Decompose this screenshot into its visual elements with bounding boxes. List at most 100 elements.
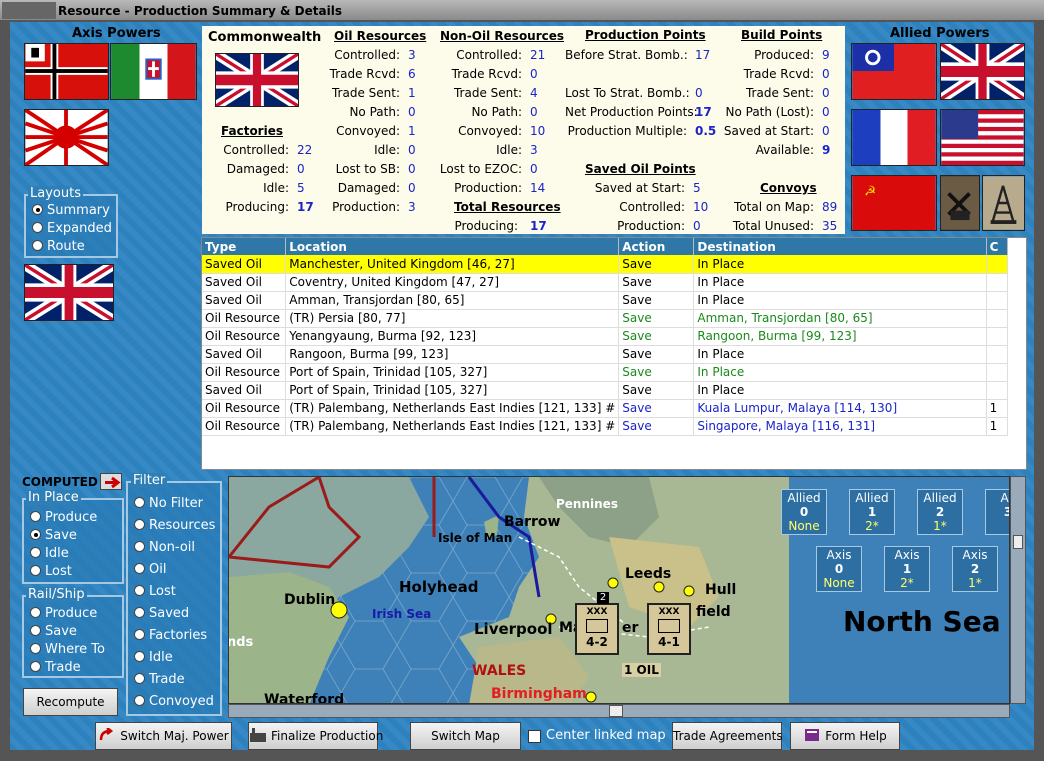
filter-option-lost[interactable]: Lost: [134, 584, 176, 599]
factories-row-label: Producing:: [225, 200, 289, 214]
form-help-button[interactable]: Form Help: [790, 722, 900, 750]
bp-row-label: Available:: [755, 143, 814, 157]
filter-option-trade[interactable]: Trade: [134, 672, 185, 687]
production-points-title: Production Points: [585, 28, 706, 42]
unit-stack-count: 2: [597, 592, 609, 604]
inplace-option-lost[interactable]: Lost: [30, 564, 72, 579]
table-cell: Save: [618, 291, 695, 310]
oil-row-value: 0: [408, 143, 416, 157]
filter-option-convoyed[interactable]: Convoyed: [134, 694, 214, 709]
axis-player-box[interactable]: Axis 2 1*: [952, 546, 998, 592]
japan-flag[interactable]: [24, 109, 109, 166]
allied-player-box[interactable]: Allied 2 1*: [917, 489, 963, 535]
column-header[interactable]: Destination: [693, 238, 987, 255]
switch-map-button[interactable]: Switch Map: [410, 722, 521, 750]
table-row[interactable]: Saved Oil Manchester, United Kingdom [46,…: [202, 255, 1009, 274]
factories-row-value: 5: [297, 181, 305, 195]
map-oil-resource[interactable]: 1 OIL: [622, 663, 661, 677]
rail-ship-title: Rail/Ship: [26, 587, 87, 602]
usa-flag[interactable]: [940, 109, 1025, 166]
filter-option-non-oil[interactable]: Non-oil: [134, 540, 195, 555]
france-flag[interactable]: [851, 109, 937, 166]
radio-icon: [30, 643, 41, 654]
table-row[interactable]: Saved Oil Rangoon, Burma [99, 123] Save In …: [202, 345, 1009, 364]
horizontal-scroll-thumb[interactable]: [609, 705, 623, 717]
table-row[interactable]: Saved Oil Port of Spain, Trinidad [105, 3…: [202, 381, 1009, 400]
center-linked-map-checkbox[interactable]: [528, 730, 541, 743]
nonoil-resources-title: Non-Oil Resources: [440, 29, 565, 43]
map-horizontal-scrollbar[interactable]: [228, 704, 1010, 718]
nonoil-row-value: 0: [530, 162, 538, 176]
column-header[interactable]: Action: [618, 238, 695, 255]
map-vertical-scrollbar[interactable]: [1010, 476, 1026, 704]
allied-player-box[interactable]: Allied 0 None: [781, 489, 827, 535]
computed-arrow-button[interactable]: [100, 473, 122, 490]
allied-player-box[interactable]: All3: [985, 489, 1009, 535]
china-flag[interactable]: [851, 43, 937, 100]
table-row[interactable]: Saved Oil Amman, Transjordan [80, 65] Save…: [202, 291, 1009, 310]
table-cell: (TR) Persia [80, 77]: [285, 309, 620, 328]
layout-summary-radio[interactable]: Summary: [32, 203, 110, 218]
inplace-option-produce[interactable]: Produce: [30, 510, 97, 525]
filter-option-resources[interactable]: Resources: [134, 518, 215, 533]
table-cell: Port of Spain, Trinidad [105, 327]: [285, 381, 620, 400]
unit-counter-1[interactable]: XXX 4-2: [575, 603, 619, 655]
table-row[interactable]: Oil Resource Port of Spain, Trinidad [105…: [202, 363, 1009, 382]
column-header[interactable]: Type: [202, 238, 287, 255]
unit-counter-2[interactable]: XXX 4-1: [647, 603, 691, 655]
axis-player-box[interactable]: Axis 0 None: [816, 546, 862, 592]
layout-route-radio[interactable]: Route: [32, 239, 85, 254]
railship-option-where-to[interactable]: Where To: [30, 642, 105, 657]
table-cell: In Place: [693, 381, 987, 400]
column-header[interactable]: C: [986, 238, 1009, 255]
allied-player-box[interactable]: Allied 1 2*: [849, 489, 895, 535]
filter-option-idle[interactable]: Idle: [134, 650, 173, 665]
table-row[interactable]: Oil Resource (TR) Palembang, Netherlands …: [202, 417, 1009, 436]
finalize-production-button[interactable]: Finalize Production: [248, 722, 383, 750]
factories-row-label: Controlled:: [223, 143, 289, 157]
oil-derrick-icon[interactable]: [982, 175, 1025, 231]
ussr-flag[interactable]: ☭: [851, 175, 937, 231]
filter-option-oil[interactable]: Oil: [134, 562, 166, 577]
italy-flag[interactable]: [110, 43, 197, 100]
vertical-scroll-thumb[interactable]: [1013, 535, 1023, 549]
factory-icon: [249, 725, 267, 742]
map-view[interactable]: Pennines Barrow Isle of Man Holyhead Dub…: [228, 476, 1010, 704]
recompute-button[interactable]: Recompute: [23, 688, 118, 716]
trade-agreements-button[interactable]: Trade Agreements: [672, 722, 783, 750]
bp-row-value: 0: [822, 86, 830, 100]
oil-row-value: 0: [408, 105, 416, 119]
layout-expanded-radio[interactable]: Expanded: [32, 221, 112, 236]
table-row[interactable]: Oil Resource (TR) Palembang, Netherlands …: [202, 399, 1009, 418]
mining-icon[interactable]: [940, 175, 980, 231]
bp-row-label: No Path (Lost):: [725, 105, 815, 119]
radio-icon: [30, 625, 41, 636]
bp-row-value: 0: [822, 105, 830, 119]
railship-option-save[interactable]: Save: [30, 624, 77, 639]
column-header[interactable]: Location: [285, 238, 620, 255]
map-label-wales: WALES: [472, 663, 527, 679]
unit-corps: XXX: [586, 607, 608, 617]
table-row[interactable]: Oil Resource Yenangyaung, Burma [92, 123]…: [202, 327, 1009, 346]
table-row[interactable]: Oil Resource (TR) Persia [80, 77] Save Amma…: [202, 309, 1009, 328]
radio-icon: [134, 695, 145, 706]
table-cell: Oil Resource: [202, 417, 287, 436]
nonoil-row-label: Lost to EZOC:: [439, 162, 522, 176]
filter-option-factories[interactable]: Factories: [134, 628, 207, 643]
railship-option-trade[interactable]: Trade: [30, 660, 81, 675]
frame-left: [0, 22, 10, 761]
inplace-option-idle[interactable]: Idle: [30, 546, 69, 561]
filter-option-saved[interactable]: Saved: [134, 606, 189, 621]
germany-flag[interactable]: [24, 43, 109, 100]
table-row[interactable]: Saved Oil Coventry, United Kingdom [47, 2…: [202, 273, 1009, 292]
uk-flag[interactable]: [940, 43, 1025, 100]
railship-option-produce[interactable]: Produce: [30, 606, 97, 621]
axis-player-box[interactable]: Axis 1 2*: [884, 546, 930, 592]
production-detail-table[interactable]: Type Location Action Destination C Saved Oil…: [201, 237, 1027, 470]
radio-icon: [32, 222, 43, 233]
filter-option-no-filter[interactable]: No Filter: [134, 496, 203, 511]
switch-major-power-button[interactable]: Switch Maj. Power: [95, 722, 232, 750]
inplace-option-save[interactable]: Save: [30, 528, 77, 543]
axis-powers-label: Axis Powers: [72, 26, 161, 41]
table-cell: (TR) Palembang, Netherlands East Indies …: [285, 399, 620, 418]
